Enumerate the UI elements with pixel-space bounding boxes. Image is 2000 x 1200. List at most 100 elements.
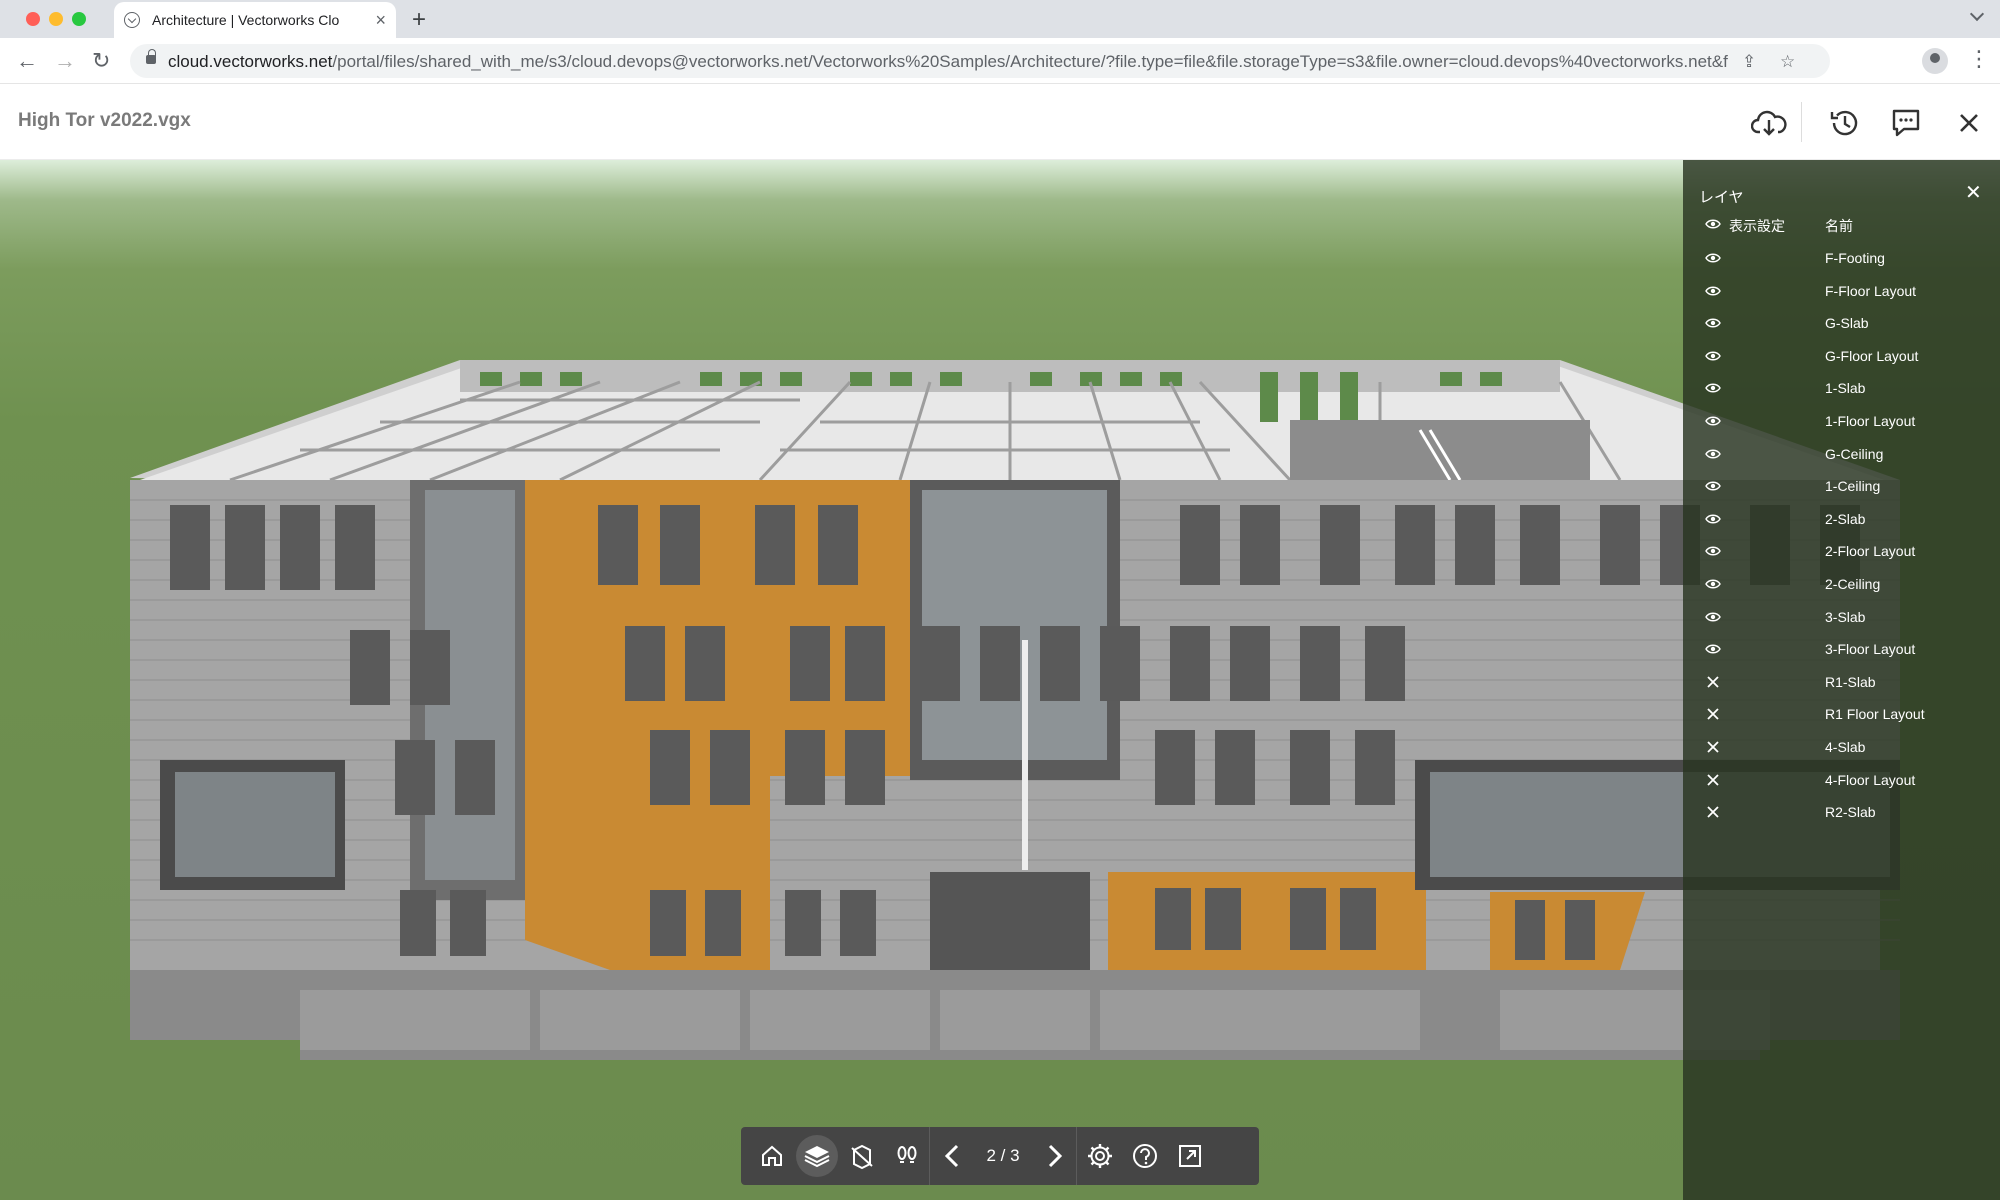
next-page-button[interactable]	[1031, 1127, 1076, 1185]
visibility-header-eye-icon	[1705, 216, 1725, 235]
layer-name: R1 Floor Layout	[1825, 706, 1925, 723]
eye-visible-icon[interactable]	[1705, 543, 1721, 559]
url-text[interactable]: cloud.vectorworks.net/portal/files/share…	[168, 52, 1728, 72]
cloud-download-icon[interactable]	[1750, 104, 1788, 142]
tab-close-icon[interactable]: ×	[375, 10, 386, 31]
app-header: High Tor v2022.vgx	[0, 84, 2000, 160]
share-icon[interactable]: ⇪	[1742, 52, 1756, 72]
layer-row[interactable]: F-Footing	[1683, 244, 2000, 276]
gear-icon	[1087, 1144, 1112, 1168]
layer-row[interactable]: 2-Ceiling	[1683, 570, 2000, 602]
url-host: cloud.vectorworks.net	[168, 52, 333, 71]
walkthrough-button[interactable]	[884, 1127, 929, 1185]
hidden-x-icon[interactable]	[1705, 739, 1721, 755]
browser-tab-bar: Architecture | Vectorworks Clo × +	[0, 0, 2000, 38]
eye-visible-icon[interactable]	[1705, 413, 1721, 429]
layers-panel: レイヤ ✕ 表示設定 名前 F-Footing F-Floor Layout G-S…	[1683, 160, 2000, 1200]
layer-row[interactable]: R1-Slab	[1683, 668, 2000, 700]
footsteps-icon	[897, 1146, 916, 1163]
layer-row[interactable]: 1-Slab	[1683, 374, 2000, 406]
eye-visible-icon[interactable]	[1705, 315, 1721, 331]
previous-page-button[interactable]	[930, 1127, 975, 1185]
eye-visible-icon[interactable]	[1705, 283, 1721, 299]
layer-row[interactable]: G-Ceiling	[1683, 440, 2000, 472]
layer-row[interactable]: 2-Floor Layout	[1683, 537, 2000, 569]
hidden-x-icon[interactable]	[1705, 706, 1721, 722]
address-bar[interactable]: cloud.vectorworks.net/portal/files/share…	[130, 44, 1830, 78]
layer-row[interactable]: 3-Slab	[1683, 603, 2000, 635]
layer-row[interactable]: G-Floor Layout	[1683, 342, 2000, 374]
layer-name: 2-Floor Layout	[1825, 543, 1916, 560]
close-window-button[interactable]	[26, 12, 40, 26]
page-indicator: 2 / 3	[986, 1146, 1020, 1165]
reload-icon[interactable]: ↻	[92, 48, 110, 74]
eye-visible-icon[interactable]	[1705, 250, 1721, 266]
eye-visible-icon[interactable]	[1705, 380, 1721, 396]
minimize-window-button[interactable]	[49, 12, 63, 26]
lock-icon	[146, 49, 156, 64]
layer-name: 1-Ceiling	[1825, 478, 1881, 495]
layer-name: 4-Floor Layout	[1825, 771, 1916, 788]
layer-row[interactable]: 1-Floor Layout	[1683, 407, 2000, 439]
file-title: High Tor v2022.vgx	[18, 110, 191, 131]
name-column-header[interactable]: 名前	[1825, 216, 1853, 236]
forward-arrow-icon[interactable]: →	[54, 48, 76, 74]
eye-visible-icon[interactable]	[1705, 446, 1721, 462]
section-view-button[interactable]	[839, 1127, 884, 1185]
layer-row[interactable]: F-Floor Layout	[1683, 277, 2000, 309]
tab-search-chevron-icon[interactable]	[1969, 6, 1985, 22]
layer-name: G-Floor Layout	[1825, 347, 1919, 364]
eye-visible-icon[interactable]	[1705, 576, 1721, 592]
home-view-button[interactable]	[749, 1127, 794, 1185]
browser-menu-icon[interactable]: ⋮	[1968, 46, 1990, 72]
layer-row[interactable]: 3-Floor Layout	[1683, 635, 2000, 667]
layer-row[interactable]: G-Slab	[1683, 309, 2000, 341]
layers-icon	[804, 1146, 829, 1168]
layer-row[interactable]: R2-Slab	[1683, 798, 2000, 830]
profile-avatar[interactable]	[1922, 48, 1948, 74]
fullscreen-button[interactable]	[1167, 1127, 1212, 1185]
layer-name: 3-Slab	[1825, 608, 1866, 625]
layer-row[interactable]: R1 Floor Layout	[1683, 700, 2000, 732]
visibility-column-header[interactable]: 表示設定	[1729, 216, 1785, 236]
history-icon[interactable]	[1826, 104, 1864, 142]
fullscreen-icon	[1178, 1145, 1201, 1167]
eye-visible-icon[interactable]	[1705, 609, 1721, 625]
eye-visible-icon[interactable]	[1705, 511, 1721, 527]
back-arrow-icon[interactable]: ←	[16, 48, 38, 74]
hidden-x-icon[interactable]	[1705, 772, 1721, 788]
hidden-x-icon[interactable]	[1705, 804, 1721, 820]
chevron-right-icon	[1048, 1144, 1062, 1168]
settings-button[interactable]	[1077, 1127, 1122, 1185]
help-icon	[1132, 1144, 1157, 1168]
new-tab-button[interactable]: +	[412, 6, 426, 34]
layer-name: G-Ceiling	[1825, 445, 1884, 462]
layer-name: 1-Floor Layout	[1825, 413, 1916, 429]
layers-panel-close-icon[interactable]: ✕	[1965, 180, 1982, 205]
layer-row[interactable]: 2-Slab	[1683, 505, 2000, 537]
close-viewer-icon[interactable]	[1950, 104, 1988, 142]
eye-visible-icon[interactable]	[1705, 641, 1721, 657]
layer-name: 2-Ceiling	[1825, 576, 1881, 592]
home-icon	[761, 1145, 782, 1166]
layer-name: G-Slab	[1825, 315, 1869, 332]
maximize-window-button[interactable]	[72, 12, 86, 26]
layer-row[interactable]: 4-Floor Layout	[1683, 766, 2000, 798]
layers-panel-title: レイヤ	[1699, 189, 1744, 206]
browser-tab[interactable]: Architecture | Vectorworks Clo ×	[114, 2, 396, 38]
bookmark-star-icon[interactable]: ☆	[1780, 52, 1795, 72]
section-cut-icon	[850, 1144, 873, 1170]
chevron-left-icon	[944, 1144, 958, 1168]
comments-icon[interactable]	[1887, 104, 1925, 142]
eye-visible-icon[interactable]	[1705, 348, 1721, 364]
layer-row[interactable]: 4-Slab	[1683, 733, 2000, 765]
layer-name: 3-Floor Layout	[1825, 641, 1916, 658]
tab-title: Architecture | Vectorworks Clo	[152, 12, 340, 28]
layers-button[interactable]	[794, 1127, 839, 1185]
layer-row[interactable]: 1-Ceiling	[1683, 472, 2000, 504]
eye-visible-icon[interactable]	[1705, 478, 1721, 494]
vectorworks-favicon-icon	[124, 12, 140, 28]
hidden-x-icon[interactable]	[1705, 674, 1721, 690]
layer-name: F-Footing	[1825, 250, 1885, 266]
help-button[interactable]	[1122, 1127, 1167, 1185]
